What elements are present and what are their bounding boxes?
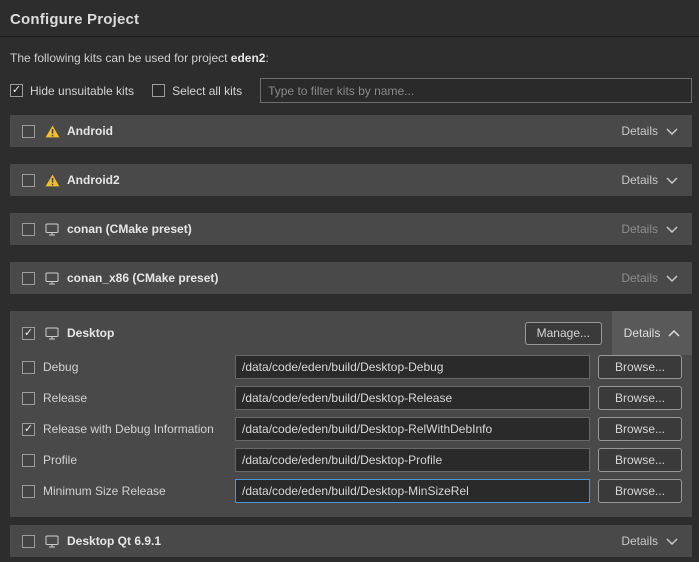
kit-checkbox[interactable] — [22, 535, 35, 548]
desktop-icon — [44, 272, 60, 285]
config-row-release: Release Browse... — [22, 386, 682, 410]
kit-row-desktop-qt[interactable]: Desktop Qt 6.9.1 Details — [10, 525, 692, 557]
kit-filter-toolbar: Hide unsuitable kits Select all kits — [10, 78, 692, 103]
page-header: Configure Project — [0, 0, 699, 28]
browse-button[interactable]: Browse... — [598, 386, 682, 410]
build-dir-input[interactable] — [235, 479, 590, 503]
build-dir-input[interactable] — [235, 355, 590, 379]
select-all-label: Select all kits — [172, 84, 242, 98]
browse-button[interactable]: Browse... — [598, 479, 682, 503]
details-button[interactable]: Details — [619, 271, 680, 285]
desktop-icon — [44, 535, 60, 548]
kit-row-conan-x86[interactable]: conan_x86 (CMake preset) Details — [10, 262, 692, 294]
kit-name: conan_x86 (CMake preset) — [67, 271, 218, 285]
kit-name: Desktop — [67, 326, 114, 340]
browse-button[interactable]: Browse... — [598, 355, 682, 379]
chevron-down-icon — [666, 534, 678, 548]
details-label: Details — [624, 326, 661, 340]
warning-icon — [44, 174, 60, 187]
chevron-down-icon — [666, 173, 678, 187]
desktop-icon — [44, 327, 60, 340]
kit-checkbox[interactable] — [22, 327, 35, 340]
kit-name: Android — [67, 124, 113, 138]
details-label: Details — [621, 124, 658, 138]
details-label: Details — [621, 271, 658, 285]
details-label: Details — [621, 222, 658, 236]
configure-project-page: Configure Project The following kits can… — [0, 0, 699, 562]
config-checkbox[interactable] — [22, 454, 35, 467]
build-dir-input[interactable] — [235, 448, 590, 472]
select-all-checkbox[interactable] — [152, 84, 165, 97]
kit-checkbox[interactable] — [22, 125, 35, 138]
config-row-debug: Debug Browse... — [22, 355, 682, 379]
kit-list: Android Details Android2 Details — [10, 115, 692, 294]
hide-unsuitable-group: Hide unsuitable kits — [10, 84, 134, 98]
details-button[interactable]: Details — [619, 222, 680, 236]
manage-button[interactable]: Manage... — [525, 322, 602, 345]
hide-unsuitable-checkbox[interactable] — [10, 84, 23, 97]
kit-name: conan (CMake preset) — [67, 222, 192, 236]
build-config-list: Debug Browse... Release Browse... Releas… — [10, 355, 692, 517]
browse-button[interactable]: Browse... — [598, 417, 682, 441]
kit-checkbox[interactable] — [22, 174, 35, 187]
hide-unsuitable-label: Hide unsuitable kits — [30, 84, 134, 98]
kit-section-desktop: Desktop Manage... Details Debug Browse..… — [10, 311, 692, 517]
config-checkbox[interactable] — [22, 392, 35, 405]
kit-name: Android2 — [67, 173, 120, 187]
chevron-down-icon — [666, 124, 678, 138]
kit-checkbox[interactable] — [22, 272, 35, 285]
config-label: Minimum Size Release — [43, 484, 235, 498]
build-dir-input[interactable] — [235, 386, 590, 410]
browse-button[interactable]: Browse... — [598, 448, 682, 472]
config-label: Release — [43, 391, 235, 405]
intro-prefix: The following kits can be used for proje… — [10, 51, 231, 65]
intro-text: The following kits can be used for proje… — [10, 51, 689, 65]
details-button[interactable]: Details — [619, 124, 680, 138]
kit-row-conan[interactable]: conan (CMake preset) Details — [10, 213, 692, 245]
kit-row-desktop[interactable]: Desktop Manage... Details — [10, 311, 692, 355]
kit-row-android[interactable]: Android Details — [10, 115, 692, 147]
details-label: Details — [621, 173, 658, 187]
desktop-icon — [44, 223, 60, 236]
config-row-minsizerel: Minimum Size Release Browse... — [22, 479, 682, 503]
config-row-relwithdebinfo: Release with Debug Information Browse... — [22, 417, 682, 441]
chevron-down-icon — [666, 222, 678, 236]
kit-checkbox[interactable] — [22, 223, 35, 236]
details-label: Details — [621, 534, 658, 548]
intro-suffix: : — [265, 51, 268, 65]
config-row-profile: Profile Browse... — [22, 448, 682, 472]
warning-icon — [44, 125, 60, 138]
config-checkbox[interactable] — [22, 423, 35, 436]
kit-row-android2[interactable]: Android2 Details — [10, 164, 692, 196]
select-all-group: Select all kits — [152, 84, 242, 98]
kit-name: Desktop Qt 6.9.1 — [67, 534, 161, 548]
config-label: Profile — [43, 453, 235, 467]
config-checkbox[interactable] — [22, 485, 35, 498]
config-label: Debug — [43, 360, 235, 374]
details-button[interactable]: Details — [619, 173, 680, 187]
details-button-expanded[interactable]: Details — [612, 311, 692, 355]
kit-list-tail: Desktop Qt 6.9.1 Details — [10, 525, 692, 557]
config-label: Release with Debug Information — [43, 422, 235, 436]
header-divider — [0, 36, 699, 37]
kit-filter-input[interactable] — [260, 78, 692, 103]
config-checkbox[interactable] — [22, 361, 35, 374]
build-dir-input[interactable] — [235, 417, 590, 441]
page-title: Configure Project — [10, 11, 689, 28]
chevron-down-icon — [666, 271, 678, 285]
chevron-up-icon — [668, 326, 680, 340]
details-button[interactable]: Details — [619, 534, 680, 548]
project-name: eden2 — [231, 51, 266, 65]
